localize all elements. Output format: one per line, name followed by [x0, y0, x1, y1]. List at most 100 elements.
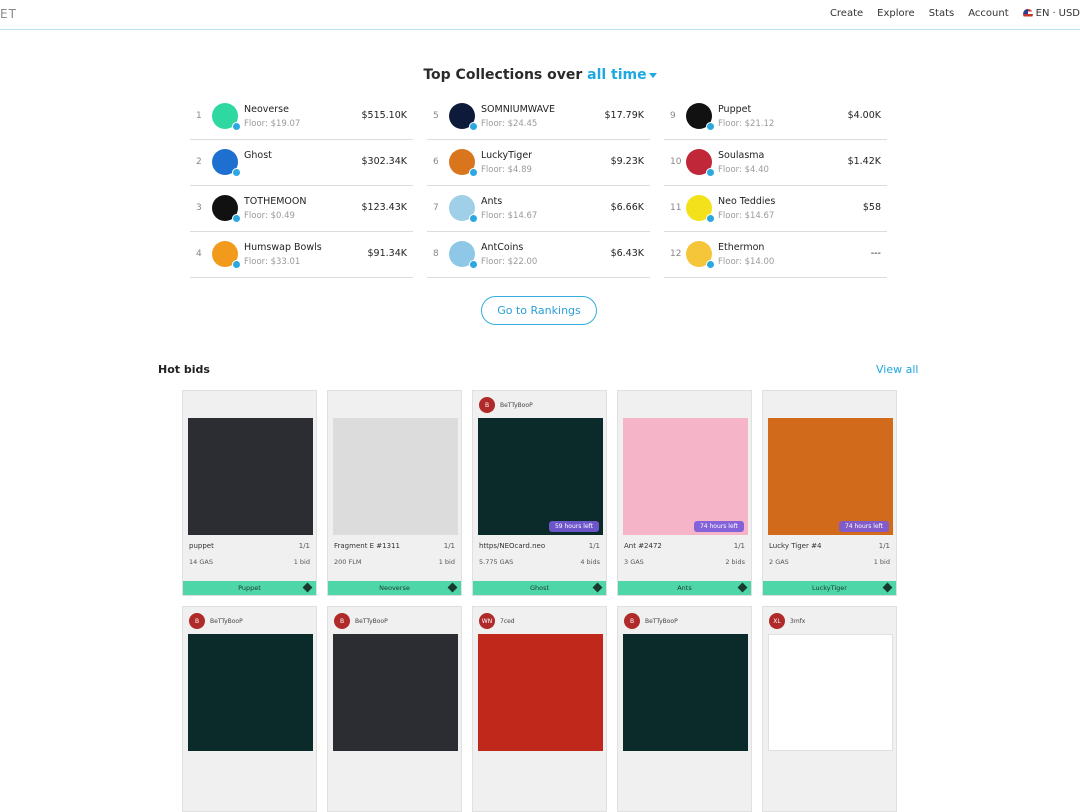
card-owner[interactable]: B BeTTyBooP — [334, 613, 388, 629]
collection-floor: Floor: $14.67 — [481, 211, 538, 221]
collection-name[interactable]: Humswap Bowls — [244, 242, 322, 253]
nav-explore[interactable]: Explore — [877, 8, 915, 19]
collection-bar[interactable]: Puppet — [183, 581, 316, 595]
collection-rank: 10 — [670, 157, 682, 167]
collection-bar[interactable]: Ants — [618, 581, 751, 595]
collection-name[interactable]: Neoverse — [244, 104, 289, 115]
collection-avatar[interactable] — [686, 195, 715, 223]
brand-logo[interactable]: ET — [0, 7, 17, 21]
nft-card[interactable]: 74 hours left Lucky Tiger #4 1/1 2 GAS 1 bid… — [762, 390, 897, 596]
collection-avatar[interactable] — [449, 149, 478, 177]
collection-floor: Floor: $14.67 — [718, 211, 775, 221]
nft-card[interactable]: B BeTTyBooP 59 hours left https/NEOcard.neo… — [472, 390, 607, 596]
nft-title[interactable]: Lucky Tiger #4 — [769, 542, 821, 550]
verified-check-icon — [469, 122, 478, 131]
collection-name[interactable]: Ethermon — [718, 242, 764, 253]
nft-artwork[interactable] — [188, 634, 313, 751]
nft-title[interactable]: puppet — [189, 542, 214, 550]
collection-name[interactable]: LuckyTiger — [481, 150, 532, 161]
nft-card[interactable]: WN 7ced — [472, 606, 607, 812]
collection-volume: $4.00K — [847, 110, 881, 121]
nft-edition: 1/1 — [298, 542, 310, 550]
card-owner[interactable]: XL 3mfx — [769, 613, 805, 629]
hammer-icon[interactable] — [302, 582, 313, 593]
go-to-rankings-button[interactable]: Go to Rankings — [481, 296, 597, 325]
collection-row[interactable]: 5 SOMNIUMWAVE Floor: $24.45 $17.79K — [427, 94, 650, 140]
collection-bar[interactable]: Neoverse — [328, 581, 461, 595]
collection-avatar[interactable] — [686, 241, 715, 269]
nft-artwork[interactable] — [333, 634, 458, 751]
nft-artwork[interactable] — [333, 418, 458, 535]
card-owner[interactable]: WN 7ced — [479, 613, 515, 629]
nft-artwork[interactable] — [623, 634, 748, 751]
collection-name[interactable]: Puppet — [718, 104, 751, 115]
nft-artwork[interactable]: 74 hours left — [768, 418, 893, 535]
collection-row[interactable]: 12 Ethermon Floor: $14.00 --- — [664, 232, 887, 278]
nav-account[interactable]: Account — [968, 8, 1008, 19]
nft-card[interactable]: puppet 1/1 14 GAS 1 bid Puppet — [182, 390, 317, 596]
owner-avatar: B — [334, 613, 350, 629]
nft-card[interactable]: Fragment E #1311 1/1 200 FLM 1 bid Neoverse — [327, 390, 462, 596]
hammer-icon[interactable] — [592, 582, 603, 593]
collection-row[interactable]: 7 Ants Floor: $14.67 $6.66K — [427, 186, 650, 232]
collection-name[interactable]: Ants — [481, 196, 502, 207]
collection-avatar[interactable] — [212, 149, 241, 177]
nft-card[interactable]: 74 hours left Ant #2472 1/1 3 GAS 2 bids Ants — [617, 390, 752, 596]
period-dropdown[interactable]: all time — [587, 67, 657, 83]
collection-row[interactable]: 10 Soulasma Floor: $4.40 $1.42K — [664, 140, 887, 186]
collection-name[interactable]: Soulasma — [718, 150, 764, 161]
collection-avatar[interactable] — [212, 195, 241, 223]
collection-floor: Floor: $19.07 — [244, 119, 301, 129]
collection-avatar[interactable] — [686, 103, 715, 131]
language-selector[interactable]: EN · USD — [1022, 8, 1080, 19]
nft-artwork[interactable] — [478, 634, 603, 751]
nft-title[interactable]: Ant #2472 — [624, 542, 662, 550]
verified-check-icon — [232, 168, 241, 177]
collections-column: 5 SOMNIUMWAVE Floor: $24.45 $17.79K 6 LuckyTi… — [427, 94, 650, 278]
nft-card[interactable]: B BeTTyBooP — [182, 606, 317, 812]
collection-avatar[interactable] — [212, 241, 241, 269]
collection-avatar[interactable] — [449, 103, 478, 131]
collection-avatar[interactable] — [212, 103, 241, 131]
collection-name[interactable]: AntCoins — [481, 242, 523, 253]
hammer-icon[interactable] — [882, 582, 893, 593]
nav-create[interactable]: Create — [830, 8, 863, 19]
card-owner[interactable]: B BeTTyBooP — [624, 613, 678, 629]
collection-row[interactable]: 2 Ghost $302.34K — [190, 140, 413, 186]
nft-title[interactable]: https/NEOcard.neo — [479, 542, 545, 550]
nft-artwork[interactable]: 59 hours left — [478, 418, 603, 535]
nft-artwork[interactable] — [188, 418, 313, 535]
collection-name[interactable]: TOTHEMOON — [244, 196, 307, 207]
collection-row[interactable]: 4 Humswap Bowls Floor: $33.01 $91.34K — [190, 232, 413, 278]
nft-card[interactable]: XL 3mfx — [762, 606, 897, 812]
collection-name[interactable]: Neo Teddies — [718, 196, 775, 207]
collection-avatar[interactable] — [686, 149, 715, 177]
hammer-icon[interactable] — [737, 582, 748, 593]
owner-avatar: B — [624, 613, 640, 629]
card-owner[interactable]: B BeTTyBooP — [479, 397, 533, 413]
nav-stats[interactable]: Stats — [929, 8, 955, 19]
nft-title[interactable]: Fragment E #1311 — [334, 542, 400, 550]
collection-bar[interactable]: LuckyTiger — [763, 581, 896, 595]
collection-row[interactable]: 6 LuckyTiger Floor: $4.89 $9.23K — [427, 140, 650, 186]
collection-avatar[interactable] — [449, 241, 478, 269]
collections-column: 9 Puppet Floor: $21.12 $4.00K 10 Soulasma Floo… — [664, 94, 887, 278]
collection-volume: $6.43K — [610, 248, 644, 259]
collection-row[interactable]: 3 TOTHEMOON Floor: $0.49 $123.43K — [190, 186, 413, 232]
collection-row[interactable]: 1 Neoverse Floor: $19.07 $515.10K — [190, 94, 413, 140]
collection-row[interactable]: 8 AntCoins Floor: $22.00 $6.43K — [427, 232, 650, 278]
collection-row[interactable]: 9 Puppet Floor: $21.12 $4.00K — [664, 94, 887, 140]
view-all-link[interactable]: View all — [876, 363, 918, 376]
nft-artwork[interactable]: 74 hours left — [623, 418, 748, 535]
nft-card[interactable]: B BeTTyBooP — [617, 606, 752, 812]
hammer-icon[interactable] — [447, 582, 458, 593]
nft-card[interactable]: B BeTTyBooP — [327, 606, 462, 812]
collection-name[interactable]: SOMNIUMWAVE — [481, 104, 555, 115]
nft-artwork[interactable] — [768, 634, 893, 751]
collection-row[interactable]: 11 Neo Teddies Floor: $14.67 $58 — [664, 186, 887, 232]
collection-name[interactable]: Ghost — [244, 150, 272, 161]
verified-check-icon — [706, 168, 715, 177]
card-owner[interactable]: B BeTTyBooP — [189, 613, 243, 629]
collection-avatar[interactable] — [449, 195, 478, 223]
collection-bar[interactable]: Ghost — [473, 581, 606, 595]
